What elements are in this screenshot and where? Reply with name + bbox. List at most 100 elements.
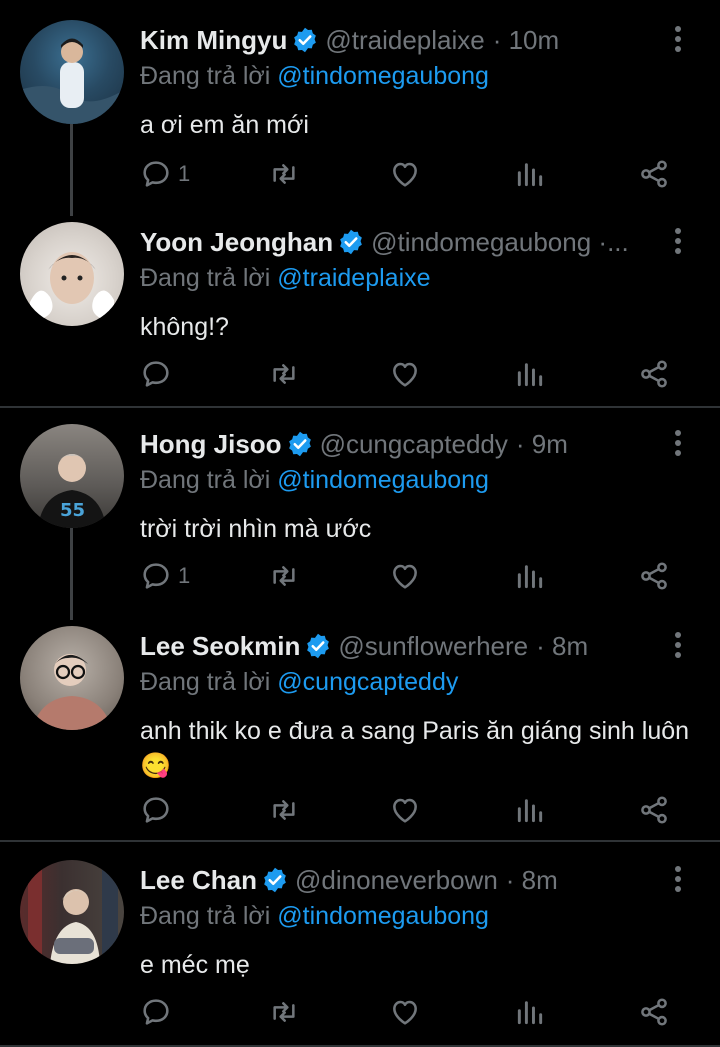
tweet-text: trời trời nhìn mà ước xyxy=(140,515,372,543)
tweet-actions xyxy=(0,354,720,394)
heart-icon xyxy=(393,1000,417,1025)
tweet-time[interactable]: · 8m xyxy=(536,631,588,662)
verified-icon xyxy=(340,229,362,255)
analytics-icon xyxy=(517,163,543,187)
reply-button[interactable] xyxy=(140,992,178,1032)
retweet-icon xyxy=(273,364,295,384)
like-button[interactable] xyxy=(389,354,421,394)
more-options-icon[interactable] xyxy=(666,24,690,54)
tweet-text: e méc mẹ xyxy=(140,951,250,979)
reply-button[interactable] xyxy=(140,354,178,394)
share-button[interactable] xyxy=(638,790,670,830)
reply-button[interactable] xyxy=(140,790,178,830)
replying-prefix: Đang trả lời xyxy=(140,902,271,930)
like-button[interactable] xyxy=(389,556,421,596)
heart-icon xyxy=(393,564,417,589)
verified-icon xyxy=(264,867,286,893)
author-handle[interactable]: @tindomegaubong ·... xyxy=(371,227,629,258)
reply-count: 1 xyxy=(178,161,191,186)
author-name[interactable]: Yoon Jeonghan xyxy=(140,227,333,258)
avatar[interactable] xyxy=(20,860,124,964)
author-handle[interactable]: @dinoneverbown xyxy=(295,865,498,896)
tweet-header: Yoon Jeonghan @tindomegaubong ·... xyxy=(140,222,650,262)
replying-to: Đang trả lời @traideplaixe xyxy=(140,264,431,293)
analytics-button[interactable] xyxy=(514,154,546,194)
tweet-text: a ơi em ăn mới xyxy=(140,111,309,139)
share-button[interactable] xyxy=(638,154,670,194)
tweet-time[interactable]: · 9m xyxy=(516,429,568,460)
heart-icon xyxy=(393,362,417,387)
reply-icon xyxy=(143,999,169,1025)
author-handle[interactable]: @cungcapteddy xyxy=(320,429,508,460)
tweet-header: Hong Jisoo @cungcapteddy · 9m xyxy=(140,424,650,464)
avatar[interactable] xyxy=(20,222,124,326)
avatar[interactable] xyxy=(20,626,124,730)
avatar[interactable]: 55 xyxy=(20,424,124,528)
avatar[interactable] xyxy=(20,20,124,124)
analytics-button[interactable] xyxy=(514,790,546,830)
retweet-icon xyxy=(273,164,295,184)
analytics-button[interactable] xyxy=(514,992,546,1032)
reply-button[interactable]: 1 xyxy=(140,154,190,194)
replying-to: Đang trả lời @cungcapteddy xyxy=(140,668,458,697)
replying-prefix: Đang trả lời xyxy=(140,264,271,292)
retweet-button[interactable] xyxy=(268,354,300,394)
tweet-time[interactable]: · 8m xyxy=(506,865,558,896)
tweet-actions xyxy=(0,992,720,1032)
author-handle[interactable]: @traideplaixe xyxy=(325,25,484,56)
like-button[interactable] xyxy=(389,790,421,830)
share-button[interactable] xyxy=(638,992,670,1032)
divider xyxy=(0,840,720,842)
replying-prefix: Đang trả lời xyxy=(140,62,271,90)
share-button[interactable] xyxy=(638,556,670,596)
author-name[interactable]: Kim Mingyu xyxy=(140,25,287,56)
retweet-button[interactable] xyxy=(268,154,300,194)
more-options-icon[interactable] xyxy=(666,226,690,256)
like-button[interactable] xyxy=(389,992,421,1032)
svg-text:55: 55 xyxy=(60,500,85,521)
reply-button[interactable]: 1 xyxy=(140,556,190,596)
verified-icon xyxy=(288,431,311,457)
share-icon xyxy=(641,160,667,188)
retweet-button[interactable] xyxy=(268,790,300,830)
heart-icon xyxy=(393,162,417,187)
tweet-header: Lee Chan @dinoneverbown · 8m xyxy=(140,860,650,900)
replying-to-handle[interactable]: @tindomegaubong xyxy=(277,62,489,90)
tweet-actions: 1 xyxy=(0,556,720,596)
more-options-icon[interactable] xyxy=(666,630,690,660)
retweet-icon xyxy=(273,1002,295,1022)
replying-to: Đang trả lời @tindomegaubong xyxy=(140,902,489,931)
retweet-button[interactable] xyxy=(268,556,300,596)
author-name[interactable]: Hong Jisoo xyxy=(140,429,282,460)
share-icon xyxy=(641,998,667,1026)
tweet-text: không!? xyxy=(140,313,229,341)
like-button[interactable] xyxy=(389,154,421,194)
share-button[interactable] xyxy=(638,354,670,394)
analytics-button[interactable] xyxy=(514,556,546,596)
replying-to-handle[interactable]: @traideplaixe xyxy=(277,264,430,292)
reply-icon xyxy=(143,361,169,387)
analytics-icon xyxy=(517,565,543,589)
retweet-icon xyxy=(273,566,295,586)
tweet-actions xyxy=(0,790,720,830)
more-options-icon[interactable] xyxy=(666,428,690,458)
reply-count: 1 xyxy=(178,563,191,588)
tweet-header: Kim Mingyu @traideplaixe · 10m xyxy=(140,20,650,60)
tweet-time[interactable]: · 10m xyxy=(493,25,559,56)
analytics-button[interactable] xyxy=(514,354,546,394)
analytics-icon xyxy=(517,363,543,387)
author-name[interactable]: Lee Chan xyxy=(140,865,257,896)
replying-to-handle[interactable]: @cungcapteddy xyxy=(277,668,458,696)
tweet-actions: 1 xyxy=(0,154,720,194)
retweet-button[interactable] xyxy=(268,992,300,1032)
reply-icon xyxy=(143,161,169,187)
replying-to-handle[interactable]: @tindomegaubong xyxy=(277,466,489,494)
author-handle[interactable]: @sunflowerhere xyxy=(338,631,528,662)
author-name[interactable]: Lee Seokmin xyxy=(140,631,300,662)
analytics-icon xyxy=(517,1001,543,1025)
analytics-icon xyxy=(517,799,543,823)
replying-to-handle[interactable]: @tindomegaubong xyxy=(277,902,489,930)
more-options-icon[interactable] xyxy=(666,864,690,894)
replying-to: Đang trả lời @tindomegaubong xyxy=(140,466,489,495)
verified-icon xyxy=(294,27,317,53)
